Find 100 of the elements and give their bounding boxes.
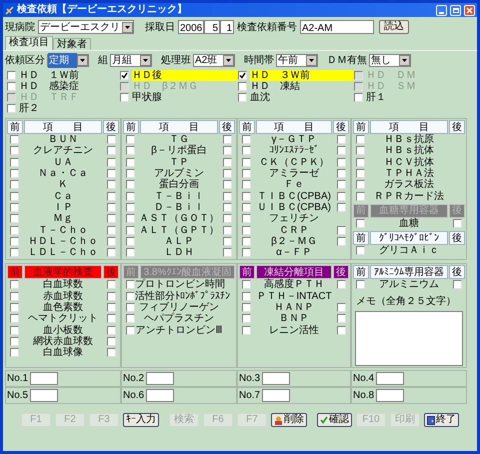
number-field[interactable] <box>30 372 58 386</box>
number-field[interactable] <box>376 372 404 386</box>
memo-field[interactable] <box>355 310 463 366</box>
checkbox[interactable] <box>337 303 346 312</box>
checkbox[interactable] <box>223 158 232 167</box>
checkbox[interactable] <box>10 135 19 144</box>
checkbox[interactable] <box>10 236 19 246</box>
checkbox[interactable] <box>10 169 19 178</box>
checkbox[interactable] <box>242 248 251 258</box>
checkbox[interactable] <box>337 158 346 167</box>
checkbox[interactable] <box>10 226 19 235</box>
checkbox[interactable] <box>120 71 129 80</box>
checkbox[interactable] <box>242 292 251 301</box>
checkbox[interactable] <box>337 202 346 212</box>
tab[interactable]: 対象者 <box>53 38 91 50</box>
checkbox[interactable] <box>107 280 116 290</box>
checkbox[interactable] <box>223 226 232 235</box>
function-button[interactable]: 削除 <box>271 413 307 428</box>
checkbox[interactable] <box>107 292 116 301</box>
checkbox[interactable] <box>238 71 247 80</box>
number-field[interactable] <box>262 389 290 402</box>
checkbox[interactable] <box>242 192 251 201</box>
dropdown-button[interactable] <box>306 54 317 66</box>
dropdown[interactable]: A2班 <box>193 54 235 66</box>
checkbox[interactable] <box>242 236 251 246</box>
checkbox[interactable] <box>356 192 365 201</box>
checkbox[interactable] <box>453 218 462 228</box>
checkbox[interactable] <box>242 314 251 324</box>
checkbox[interactable] <box>7 71 16 80</box>
number-field[interactable] <box>146 372 174 386</box>
dropdown[interactable]: 午前 <box>276 54 318 66</box>
checkbox[interactable] <box>107 169 116 178</box>
checkbox[interactable] <box>107 158 116 167</box>
checkbox[interactable] <box>356 169 365 178</box>
dropdown-button[interactable] <box>77 54 88 66</box>
checkbox[interactable] <box>10 214 19 224</box>
checkbox[interactable] <box>223 248 232 258</box>
function-button[interactable]: ｷｰ入力 <box>123 413 159 428</box>
checkbox[interactable] <box>10 158 19 167</box>
checkbox[interactable] <box>10 292 19 301</box>
checkbox[interactable] <box>10 336 19 346</box>
checkbox[interactable] <box>107 135 116 144</box>
checkbox[interactable] <box>10 146 19 156</box>
checkbox[interactable] <box>242 158 251 167</box>
checkbox[interactable] <box>337 192 346 201</box>
checkbox[interactable] <box>242 169 251 178</box>
checkbox[interactable] <box>356 158 365 167</box>
load-button[interactable]: 読込 <box>379 20 409 34</box>
checkbox[interactable] <box>356 246 365 256</box>
checkbox[interactable] <box>126 202 135 212</box>
checkbox[interactable] <box>10 248 19 258</box>
checkbox[interactable] <box>126 226 135 235</box>
checkbox[interactable] <box>107 326 116 335</box>
number-field[interactable] <box>30 389 58 402</box>
checkbox[interactable] <box>126 214 135 224</box>
number-field[interactable] <box>262 372 290 386</box>
tab[interactable]: 検査項目 <box>5 36 53 50</box>
request-number-field[interactable]: A2-AM <box>300 20 374 34</box>
checkbox[interactable] <box>107 303 116 312</box>
checkbox[interactable] <box>337 226 346 235</box>
hospital-combo[interactable]: デービーエスクリ <box>38 20 134 34</box>
number-field[interactable] <box>376 389 404 402</box>
checkbox[interactable] <box>223 214 232 224</box>
checkbox[interactable] <box>107 214 116 224</box>
checkbox[interactable] <box>7 104 16 113</box>
checkbox[interactable] <box>223 146 232 156</box>
checkbox[interactable] <box>337 314 346 324</box>
checkbox[interactable] <box>337 135 346 144</box>
checkbox[interactable] <box>242 214 251 224</box>
checkbox[interactable] <box>223 192 232 201</box>
checkbox[interactable] <box>337 280 346 290</box>
checkbox[interactable] <box>356 180 365 190</box>
checkbox[interactable] <box>10 280 19 290</box>
checkbox[interactable] <box>107 146 116 156</box>
function-button[interactable]: 確認 <box>317 413 352 428</box>
checkbox[interactable] <box>242 135 251 144</box>
checkbox[interactable] <box>242 146 251 156</box>
checkbox[interactable] <box>223 180 232 190</box>
checkbox[interactable] <box>126 146 135 156</box>
checkbox[interactable] <box>126 158 135 167</box>
checkbox[interactable] <box>356 135 365 144</box>
checkbox[interactable] <box>107 348 116 358</box>
checkbox[interactable] <box>126 248 135 258</box>
minimize-button[interactable] <box>436 4 447 16</box>
checkbox[interactable] <box>107 336 116 346</box>
number-field[interactable] <box>146 389 174 402</box>
dropdown-button[interactable] <box>122 22 133 32</box>
dropdown[interactable]: 無し <box>369 54 411 66</box>
checkbox[interactable] <box>242 280 251 290</box>
checkbox[interactable] <box>453 280 462 290</box>
checkbox[interactable] <box>120 93 129 102</box>
checkbox[interactable] <box>337 326 346 335</box>
checkbox[interactable] <box>10 348 19 358</box>
checkbox[interactable] <box>10 202 19 212</box>
checkbox[interactable] <box>356 280 365 290</box>
checkbox[interactable] <box>354 93 363 102</box>
checkbox[interactable] <box>107 314 116 324</box>
checkbox[interactable] <box>238 82 247 91</box>
close-button[interactable] <box>464 4 475 16</box>
checkbox[interactable] <box>107 236 116 246</box>
